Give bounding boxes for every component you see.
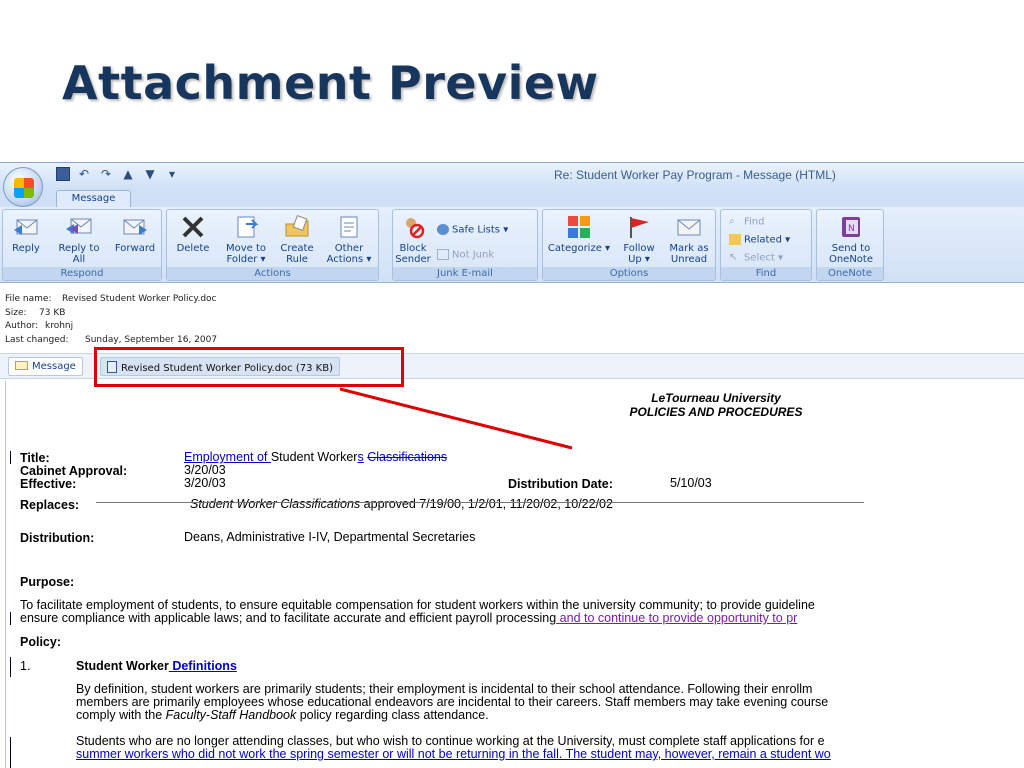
- office-button[interactable]: [3, 167, 43, 207]
- slide-title: Attachment Preview: [62, 56, 599, 110]
- distribution-date-value: 5/10/03: [670, 476, 712, 490]
- para1-line-3: comply with the Faculty-Staff Handbook p…: [76, 708, 489, 722]
- para2-line-2: summer workers who did not work the spri…: [76, 747, 831, 761]
- purpose-label: Purpose:: [20, 575, 75, 589]
- document-preview: LeTourneau University POLICIES AND PROCE…: [5, 381, 1024, 768]
- effective-value: 3/20/03: [184, 476, 226, 490]
- purpose-line-2: ensure compliance with applicable laws; …: [20, 611, 798, 625]
- item-title: Student Worker Definitions: [76, 659, 237, 673]
- change-bar: [10, 612, 11, 625]
- distribution-label: Distribution:: [20, 531, 95, 545]
- replaces-value: Student Worker Classifications approved …: [190, 497, 613, 511]
- policy-label: Policy:: [20, 635, 61, 649]
- org-name: LeTourneau University: [651, 391, 781, 405]
- policies-heading: POLICIES AND PROCEDURES: [629, 405, 803, 419]
- effective-label: Effective:: [20, 477, 77, 491]
- replaces-label: Replaces:: [20, 498, 80, 512]
- outlook-window: ↶ ↷ ▲ ▼ ▾ Re: Student Worker Pay Program…: [0, 162, 1024, 768]
- document-header: LeTourneau University POLICIES AND PROCE…: [566, 391, 866, 419]
- office-logo-icon: [14, 178, 34, 198]
- change-bar: [10, 657, 11, 677]
- change-bar: [10, 737, 11, 768]
- distribution-value: Deans, Administrative I-IV, Departmental…: [184, 530, 476, 544]
- cabinet-approval-label: Cabinet Approval:: [20, 464, 128, 478]
- change-bar: [10, 451, 11, 464]
- distribution-date-label: Distribution Date:: [508, 477, 613, 491]
- title-label: Title:: [20, 451, 50, 465]
- item-number: 1.: [20, 659, 31, 673]
- divider-line: [96, 502, 864, 503]
